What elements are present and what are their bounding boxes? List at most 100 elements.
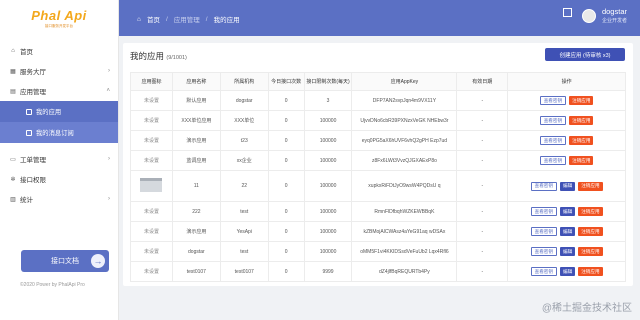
cell-icon — [130, 170, 173, 202]
cell-ops: 查看密钥 编辑 注销应用 — [507, 221, 626, 242]
cell-date: - — [456, 110, 509, 131]
view-key-button[interactable]: 查看密钥 — [530, 227, 557, 236]
breadcrumb-separator: / — [165, 15, 168, 23]
cell-ops: 查看密钥 注销应用 — [507, 130, 626, 151]
cell-icon: 未设置 — [130, 150, 173, 171]
deregister-button[interactable]: 注销应用 — [569, 116, 594, 125]
cell-org: 22 — [219, 170, 269, 202]
view-key-button[interactable]: 查看密钥 — [539, 136, 567, 145]
cell-date: - — [456, 170, 509, 202]
app-count: (9/1001) — [166, 55, 187, 61]
cell-limit: 100000 — [303, 201, 353, 222]
cell-limit: 100000 — [303, 221, 353, 242]
user-menu[interactable]: dogstar 企业开发者 — [581, 7, 627, 24]
cell-name: dogstar — [171, 241, 221, 262]
edit-button[interactable]: 编辑 — [560, 207, 576, 216]
cell-icon: 未设置 — [130, 90, 173, 111]
deregister-button[interactable]: 注销应用 — [578, 181, 603, 191]
edit-button[interactable]: 编辑 — [560, 267, 576, 276]
cell-icon: 未设置 — [130, 130, 173, 151]
cell-org: t23 — [219, 130, 269, 151]
sidebar-item-home[interactable]: ⌂ 首页 — [0, 41, 118, 61]
cell-icon: 未设置 — [130, 201, 173, 222]
cell-ops: 查看密钥 注销应用 — [507, 110, 626, 131]
cell-limit: 100000 — [303, 150, 353, 171]
edit-button[interactable]: 编辑 — [560, 181, 576, 191]
logo-subtitle: 接口服务开发平台 — [45, 23, 73, 28]
view-key-button[interactable]: 查看密钥 — [530, 267, 557, 276]
column-header: 应用AppKey — [351, 72, 458, 91]
cell-icon: 未设置 — [130, 221, 173, 242]
cell-name: 蓝调应用 — [171, 150, 221, 171]
cell-date: - — [456, 221, 509, 242]
edit-button[interactable]: 编辑 — [560, 227, 576, 236]
edit-button[interactable]: 编辑 — [560, 247, 576, 256]
deregister-button[interactable]: 注销应用 — [578, 247, 603, 256]
cell-today: 0 — [267, 110, 305, 131]
cell-ops: 查看密钥 注销应用 — [507, 90, 626, 111]
view-key-button[interactable]: 查看密钥 — [539, 116, 567, 125]
breadcrumb-mgmt[interactable]: 应用管理 — [174, 14, 200, 24]
column-header: 应用图标 — [130, 72, 173, 91]
cell-limit: 100000 — [303, 110, 353, 131]
top-header: ⌂ 首页 / 应用管理 / 我的应用 dogstar 企业开发者 — [119, 0, 640, 36]
create-app-button[interactable]: 创建应用 (待审核 x3) — [545, 48, 625, 61]
cell-today: 0 — [267, 261, 305, 282]
sidebar-item-app-mgmt[interactable]: ▤ 应用管理 ˄ — [0, 81, 118, 101]
column-header: 所属机构 — [219, 72, 269, 91]
cell-name: 默认应用 — [171, 90, 221, 111]
cell-appkey: DFP7AN2svpJqn4m9VX11Y — [351, 90, 458, 111]
cell-limit: 100000 — [303, 241, 353, 262]
cell-date: - — [456, 90, 509, 111]
cell-name: XXX单位应用 — [171, 110, 221, 131]
deregister-button[interactable]: 注销应用 — [578, 207, 603, 216]
deregister-button[interactable]: 注销应用 — [569, 156, 594, 165]
cell-date: - — [456, 150, 509, 171]
sidebar-item-my-subscriptions[interactable]: 我的消息订阅 — [0, 122, 118, 143]
view-key-button[interactable]: 查看密钥 — [530, 247, 557, 256]
deregister-button[interactable]: 注销应用 — [578, 227, 603, 236]
square-icon — [26, 108, 32, 115]
page-title: 我的应用 (9/1001) — [130, 51, 187, 61]
breadcrumb-current: 我的应用 — [213, 17, 240, 24]
sidebar-item-my-apps[interactable]: 我的应用 — [0, 101, 118, 122]
view-key-button[interactable]: 查看密钥 — [539, 96, 567, 105]
view-key-button[interactable]: 查看密钥 — [530, 181, 557, 191]
cell-date: - — [456, 201, 509, 222]
view-key-button[interactable]: 查看密钥 — [539, 156, 567, 165]
sidebar-item-tickets[interactable]: ▭ 工单管理 › — [0, 149, 118, 169]
avatar[interactable] — [581, 8, 596, 23]
sidebar-item-stats[interactable]: ▥ 统计 › — [0, 189, 118, 209]
cell-org: test — [219, 201, 269, 222]
deregister-button[interactable]: 注销应用 — [569, 96, 594, 105]
api-docs-button[interactable]: 接口文档 → — [21, 250, 109, 272]
cell-appkey: dZ4jlfBqREQURTb4Py — [351, 261, 458, 282]
cell-org: test — [219, 241, 269, 262]
logo[interactable]: Phal Api 接口服务开发平台 — [0, 0, 118, 36]
cell-org: test0107 — [219, 261, 269, 282]
logo-text: Phal Api — [31, 7, 87, 23]
cell-name: test0107 — [171, 261, 221, 282]
deregister-button[interactable]: 注销应用 — [569, 136, 594, 145]
breadcrumb-home[interactable]: 首页 — [147, 14, 160, 24]
table-row: 未设置 蓝调应用 xx企业 0 100000 z8Fx6LWt3VvzQJGXAExP8o… — [130, 150, 626, 171]
view-key-button[interactable]: 查看密钥 — [530, 207, 557, 216]
cell-ops: 查看密钥 编辑 注销应用 — [507, 201, 626, 222]
sidebar-item-api-permissions[interactable]: ✲ 接口权限 — [0, 169, 118, 189]
cell-appkey: eyq0PG5aX6hUVF6vhQ2gPH Ezp7ud — [351, 130, 458, 151]
cell-limit: 9999 — [303, 261, 353, 282]
deregister-button[interactable]: 注销应用 — [578, 267, 603, 276]
home-icon: ⌂ — [11, 48, 15, 54]
cell-today: 0 — [267, 241, 305, 262]
cell-appkey: z8Fx6LWt3VvzQJGXAExP8o — [351, 150, 458, 171]
chevron-up-icon: ˄ — [106, 88, 110, 94]
cell-today: 0 — [267, 201, 305, 222]
user-role: 企业开发者 — [601, 18, 627, 24]
cell-appkey: UjvvDNo6cbR39PXNzxVeGK NHEbw3r — [351, 110, 458, 131]
cell-appkey: RmnFlDfbqhWZKEWBBqK — [351, 201, 458, 222]
cell-today: 0 — [267, 221, 305, 242]
breadcrumb-separator: / — [205, 15, 208, 23]
cell-org: YesApi — [219, 221, 269, 242]
qrcode-icon[interactable] — [563, 8, 572, 17]
sidebar-item-service[interactable]: ▦ 服务大厅 › — [0, 61, 118, 81]
